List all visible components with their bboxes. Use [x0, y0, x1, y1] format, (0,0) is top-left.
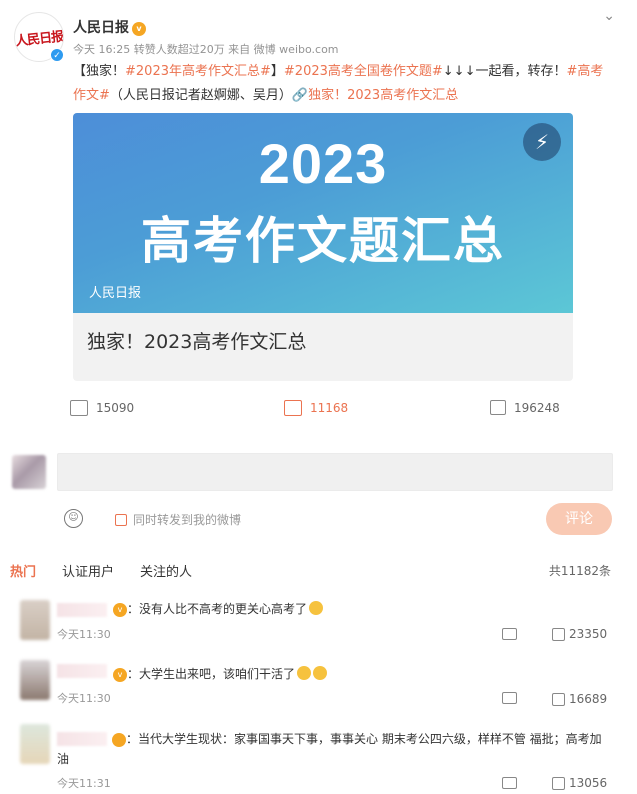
- emoji-icon: [313, 666, 328, 680]
- vip-badge-icon: v: [112, 733, 169, 747]
- like-button[interactable]: 196248: [490, 400, 560, 415]
- emoji-icon: [297, 666, 312, 680]
- author-name-text: 人民日报: [73, 20, 129, 36]
- comment-time: 今天11:31: [57, 777, 111, 790]
- comment-tabs: 热门 认证用户 关注的人: [10, 561, 192, 580]
- repost-icon: [70, 400, 88, 416]
- thumbs-up-icon: [490, 400, 506, 415]
- banner-brand: 人民日报: [89, 286, 142, 301]
- commenter-name[interactable]: [57, 603, 107, 617]
- vip-badge-icon: v: [132, 22, 146, 36]
- comment-count: 11168: [310, 401, 349, 415]
- reply-icon[interactable]: [502, 777, 517, 789]
- article-card[interactable]: 2023 高考作文题汇总 人民日报 ⚡ 独家！2023高考作文汇总: [73, 113, 573, 381]
- comment-body: ：当代大学生现状：家事国事天下事，事事关心 期末考公四六级，样样不管 福批；高考…: [57, 732, 602, 766]
- author-logo: 人民日报: [14, 29, 64, 49]
- tab-following[interactable]: 关注的人: [140, 561, 192, 580]
- reply-icon[interactable]: [502, 692, 517, 704]
- submit-comment-button[interactable]: 评论: [546, 503, 612, 535]
- comment-body: ：大学生出来吧，该咱们干活了: [127, 667, 296, 681]
- comment-text: v ：大学生出来吧，该咱们干活了: [110, 664, 610, 684]
- article-banner: 2023 高考作文题汇总 人民日报 ⚡: [73, 113, 573, 313]
- comment-text: v：当代大学生现状：家事国事天下事，事事关心 期末考公四六级，样样不管 福批；高…: [57, 729, 612, 769]
- comment-input[interactable]: [57, 453, 613, 491]
- thumbs-up-icon: [552, 692, 565, 706]
- comment-like-button[interactable]: 23350: [552, 627, 607, 641]
- post-text-prefix: 【独家！: [73, 64, 126, 79]
- comment-button[interactable]: 11168: [284, 400, 348, 416]
- banner-year: 2023: [258, 132, 388, 195]
- verified-icon: ✓: [50, 48, 64, 62]
- comment-like-count: 16689: [569, 692, 608, 706]
- author-name[interactable]: 人民日报 v: [73, 17, 146, 37]
- tab-hot[interactable]: 热门: [10, 561, 36, 580]
- vip-badge-icon: v: [113, 668, 127, 682]
- comment-like-button[interactable]: 13056: [552, 776, 607, 790]
- lightning-icon[interactable]: ⚡: [523, 123, 561, 161]
- post-text-mid1: 】: [270, 64, 284, 79]
- comment-like-count: 23350: [569, 627, 608, 641]
- thumbs-up-icon: [552, 627, 565, 641]
- comment-time: 今天11:30: [57, 628, 111, 641]
- repost-checkbox[interactable]: 同时转发到我的微博: [115, 511, 241, 528]
- total-comments: 共11182条: [548, 564, 611, 578]
- post-meta: 今天 16:25 转赞人数超过20万 来自 微博 weibo.com: [73, 43, 339, 56]
- tab-verified-users[interactable]: 认证用户: [62, 561, 114, 580]
- emoji-icon[interactable]: ☺: [64, 509, 83, 528]
- comment-time: 今天11:30: [57, 692, 111, 705]
- emoji-icon: [309, 601, 324, 615]
- repost-checkbox-label: 同时转发到我的微博: [133, 513, 242, 527]
- my-avatar: [12, 455, 46, 489]
- commenter-avatar[interactable]: [20, 660, 50, 700]
- article-card-title: 独家！2023高考作文汇总: [87, 331, 307, 353]
- repost-count: 15090: [96, 401, 135, 415]
- hashtag-national-exam-essay[interactable]: #2023高考全国卷作文题#: [284, 64, 443, 79]
- banner-title: 高考作文题汇总: [141, 212, 505, 270]
- repost-button[interactable]: 15090: [70, 400, 134, 416]
- vip-badge-icon: v: [113, 603, 127, 617]
- thumbs-up-icon: [552, 776, 565, 790]
- comment-body: ：没有人比不高考的更关心高考了: [127, 602, 308, 616]
- post-text-mid3: （人民日报记者赵婀娜、吴月）: [109, 88, 292, 103]
- hashtag-2023-essay-summary[interactable]: #2023年高考作文汇总#: [125, 64, 271, 79]
- checkbox-box[interactable]: [115, 513, 127, 526]
- chevron-down-icon[interactable]: ⌄: [603, 8, 615, 24]
- like-count: 196248: [514, 400, 560, 415]
- commenter-avatar[interactable]: [20, 600, 50, 640]
- commenter-name[interactable]: [57, 664, 107, 678]
- post-text: 【独家！#2023年高考作文汇总#】#2023高考全国卷作文题#↓↓↓一起看，转…: [73, 60, 608, 108]
- reply-icon[interactable]: [502, 628, 517, 640]
- comment-text: v ：没有人比不高考的更关心高考了: [110, 599, 610, 619]
- comment-like-button[interactable]: 16689: [552, 692, 607, 706]
- comment-icon: [284, 400, 302, 416]
- comment-like-count: 13056: [569, 776, 608, 790]
- post-text-mid2: ↓↓↓一起看，转存！: [442, 64, 567, 79]
- article-link[interactable]: 🔗独家！2023高考作文汇总: [292, 88, 458, 103]
- commenter-avatar[interactable]: [20, 724, 50, 764]
